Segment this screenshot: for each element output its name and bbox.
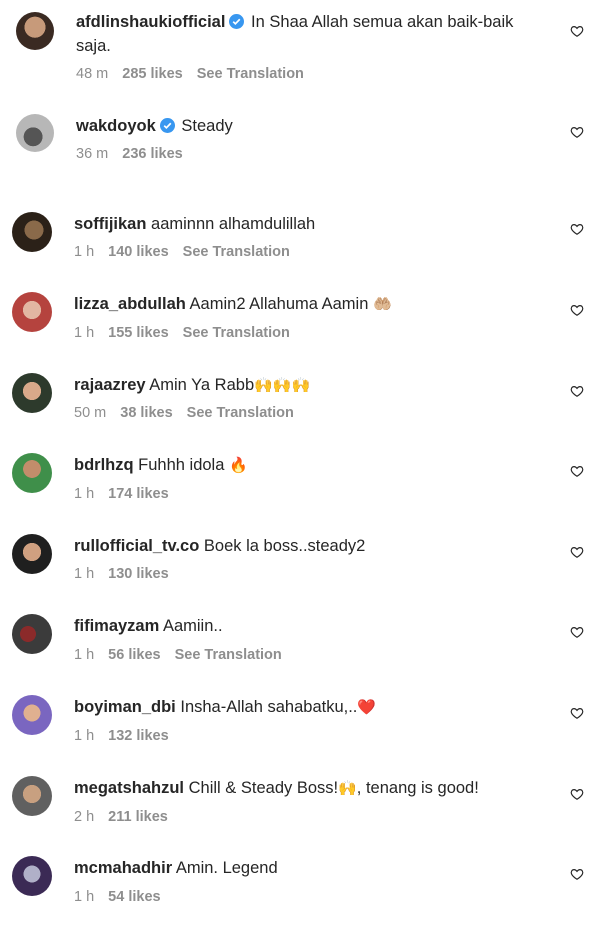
verified-badge-icon (159, 118, 175, 133)
verified-badge-icon (229, 14, 245, 29)
avatar[interactable] (12, 373, 52, 413)
avatar[interactable] (12, 614, 52, 654)
likes-count[interactable]: 54 likes (108, 889, 160, 905)
comment-meta: 50 m 38 likes See Translation (74, 405, 308, 421)
username[interactable]: rullofficial_tv.co (74, 537, 199, 555)
comment-text: Aamin2 Allahuma Aamin (189, 295, 369, 313)
comment-time[interactable]: 1 h (74, 647, 94, 663)
comment-time[interactable]: 1 h (74, 244, 94, 260)
comment-emoji: 🙌🙌🙌 (254, 376, 311, 394)
comment-meta: 1 h 130 likes (74, 566, 183, 582)
username[interactable]: mcmahadhir (74, 859, 172, 877)
likes-count[interactable]: 155 likes (108, 325, 168, 341)
comment-time[interactable]: 36 m (76, 146, 108, 162)
comment-time[interactable]: 2 h (74, 809, 94, 825)
heart-icon[interactable] (570, 303, 584, 317)
see-translation-link[interactable]: See Translation (197, 66, 304, 82)
comment-meta: 1 h 54 likes (74, 889, 175, 905)
likes-count[interactable]: 130 likes (108, 566, 168, 582)
comment-meta: 1 h 56 likes See Translation (74, 647, 296, 663)
comment-text: Insha-Allah sahabatku,.. (180, 698, 358, 716)
avatar[interactable] (12, 453, 52, 493)
avatar[interactable] (12, 534, 52, 574)
comment-meta: 1 h 140 likes See Translation (74, 244, 304, 260)
username[interactable]: afdlinshaukiofficial (76, 13, 225, 31)
avatar[interactable] (12, 856, 52, 896)
username[interactable]: megatshahzul (74, 779, 184, 797)
heart-icon[interactable] (570, 787, 584, 801)
likes-count[interactable]: 140 likes (108, 244, 168, 260)
likes-count[interactable]: 132 likes (108, 728, 168, 744)
comment-text: Chill & Steady Boss! (188, 779, 339, 797)
comment-text: aaminnn alhamdulillah (151, 215, 316, 233)
likes-count[interactable]: 174 likes (108, 486, 168, 502)
comment-meta: 1 h 155 likes See Translation (74, 325, 304, 341)
comment-time[interactable]: 1 h (74, 889, 94, 905)
avatar[interactable] (12, 695, 52, 735)
heart-icon[interactable] (570, 867, 584, 881)
likes-count[interactable]: 285 likes (122, 66, 182, 82)
comment-emoji: 🔥 (229, 456, 248, 474)
username[interactable]: fifimayzam (74, 617, 159, 635)
comment-text: Boek la boss..steady2 (203, 537, 366, 555)
see-translation-link[interactable]: See Translation (187, 405, 294, 421)
see-translation-link[interactable]: See Translation (175, 647, 282, 663)
comment-text: Steady (181, 117, 233, 135)
heart-icon[interactable] (570, 24, 584, 38)
comment-text: Fuhhh idola (138, 456, 225, 474)
see-translation-link[interactable]: See Translation (183, 325, 290, 341)
heart-icon[interactable] (570, 545, 584, 559)
comment-meta: 1 h 132 likes (74, 728, 183, 744)
heart-icon[interactable] (570, 706, 584, 720)
comment-time[interactable]: 48 m (76, 66, 108, 82)
avatar[interactable] (12, 292, 52, 332)
comment-text: Aamiin.. (162, 617, 223, 635)
comment-meta: 2 h 211 likes (74, 809, 182, 825)
comment-time[interactable]: 1 h (74, 566, 94, 582)
heart-icon[interactable] (570, 384, 584, 398)
heart-icon[interactable] (570, 625, 584, 639)
comment-emoji: 🙌 (338, 779, 357, 797)
comment-time[interactable]: 1 h (74, 728, 94, 744)
comment-time[interactable]: 1 h (74, 325, 94, 341)
username[interactable]: boyiman_dbi (74, 698, 176, 716)
heart-icon[interactable] (570, 125, 584, 139)
comment-text: Amin Ya Rabb (149, 376, 255, 394)
avatar[interactable] (16, 114, 54, 152)
username[interactable]: lizza_abdullah (74, 295, 186, 313)
username[interactable]: rajaazrey (74, 376, 146, 394)
username[interactable]: soffijikan (74, 215, 146, 233)
comment-time[interactable]: 50 m (74, 405, 106, 421)
comment-emoji: 🤲🏼 (373, 295, 392, 313)
likes-count[interactable]: 211 likes (108, 809, 168, 825)
comment-meta: 36 m 236 likes (76, 146, 197, 162)
heart-icon[interactable] (570, 464, 584, 478)
see-translation-link[interactable]: See Translation (183, 244, 290, 260)
comment-time[interactable]: 1 h (74, 486, 94, 502)
likes-count[interactable]: 56 likes (108, 647, 160, 663)
username[interactable]: bdrlhzq (74, 456, 134, 474)
comment-text: Amin. Legend (175, 859, 278, 877)
avatar[interactable] (16, 12, 54, 50)
comment-meta: 48 m 285 likes See Translation (76, 66, 318, 82)
username[interactable]: wakdoyok (76, 117, 156, 135)
likes-count[interactable]: 236 likes (122, 146, 182, 162)
avatar[interactable] (12, 776, 52, 816)
likes-count[interactable]: 38 likes (120, 405, 172, 421)
comment-emoji: ❤️ (357, 698, 377, 716)
comment-text-after: , tenang is good! (356, 779, 479, 797)
heart-icon[interactable] (570, 222, 584, 236)
comment-meta: 1 h 174 likes (74, 486, 183, 502)
avatar[interactable] (12, 212, 52, 252)
